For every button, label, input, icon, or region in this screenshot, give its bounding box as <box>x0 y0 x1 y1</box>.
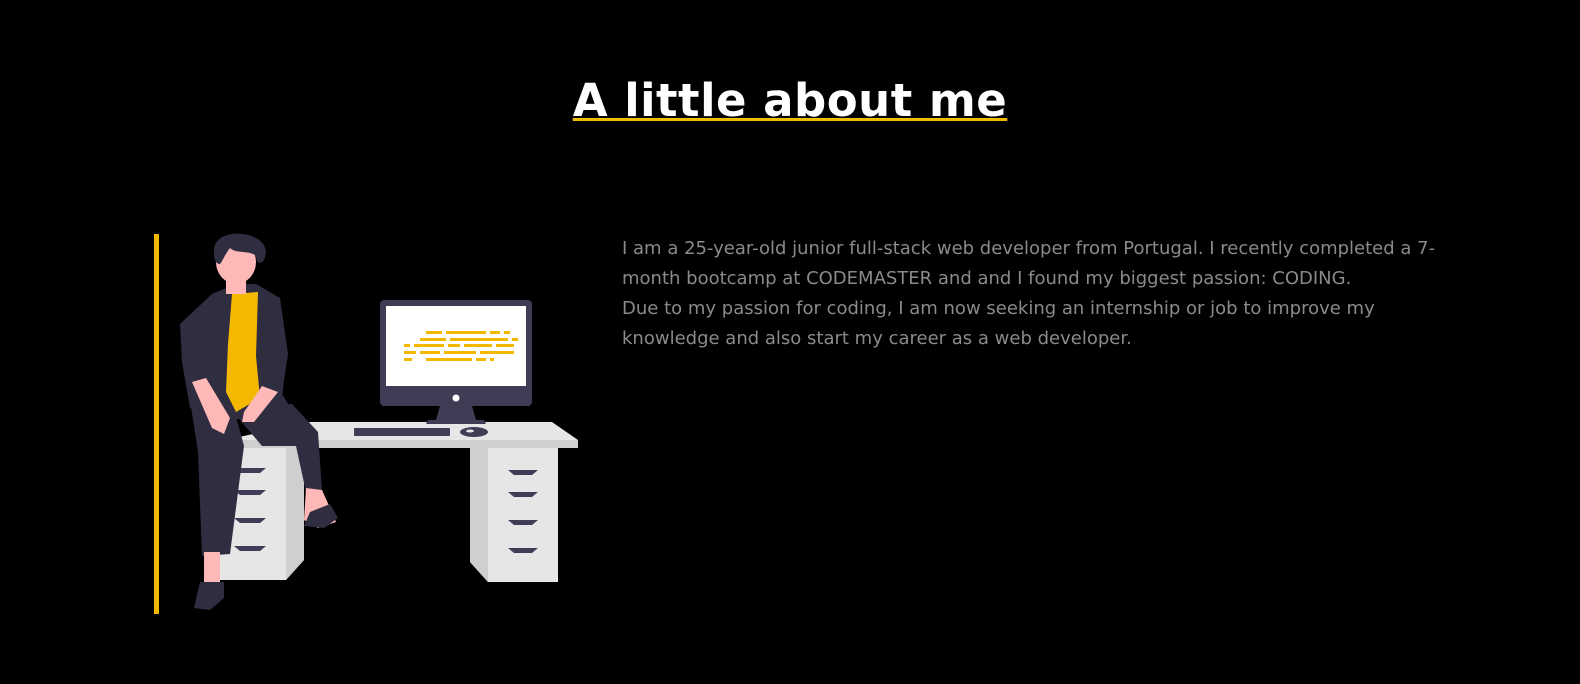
developer-at-desk-illustration <box>180 233 578 610</box>
keyboard <box>354 428 450 436</box>
section-title: A little about me <box>572 74 1008 127</box>
bio-line-2: Due to my passion for coding, I am now s… <box>622 298 1375 349</box>
person-front-shoe <box>194 582 224 610</box>
about-section: A little about me I am a 25-year-old jun… <box>0 0 1580 684</box>
bio-paragraph: I am a 25-year-old junior full-stack web… <box>622 234 1442 354</box>
monitor-stand <box>436 406 476 420</box>
bio-line-1: I am a 25-year-old junior full-stack web… <box>622 238 1436 289</box>
accent-line <box>154 234 159 614</box>
section-heading: A little about me <box>0 74 1580 127</box>
mouse <box>460 427 488 437</box>
person-shirt <box>226 292 260 412</box>
